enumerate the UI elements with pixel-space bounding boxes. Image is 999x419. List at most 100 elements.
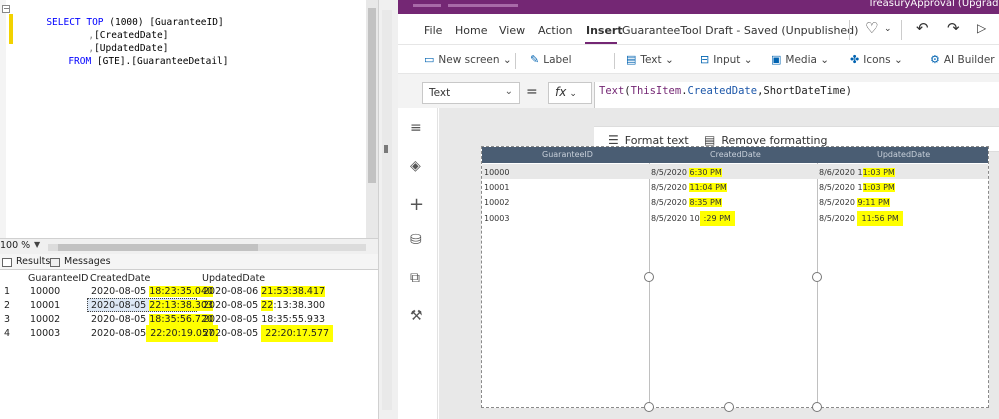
cell-updated-date[interactable]: 2020-08-05 22:20:17.577 [203,325,334,342]
cell-guarantee-id[interactable]: 10003 [30,327,60,340]
tab-results[interactable]: Results [2,256,50,269]
cell-guarantee-id[interactable]: 10002 [30,313,60,326]
column-header[interactable]: CreatedDate [90,272,150,285]
remove-formatting-button[interactable]: ▤ Remove formatting [704,133,828,147]
vertical-scrollbar[interactable] [382,10,392,410]
formula-function: Text [599,85,625,97]
format-text-button[interactable]: ☰ Format text [608,133,689,147]
input-icon: ⊟ [700,53,710,66]
text-button[interactable]: ▤ Text ⌄ [626,53,674,66]
cell-updated-date[interactable]: 2020-08-05 22:13:38.300 [203,299,325,312]
date-part: 2020-08-05 [203,314,259,325]
menu-view[interactable]: View [499,24,525,37]
scroll-thumb[interactable] [368,8,376,183]
menu-action[interactable]: Action [538,24,572,37]
time-part-highlighted: 6:30 PM [689,168,722,177]
time-part-highlighted: 8:35 PM [689,198,722,207]
cell-guarantee-id[interactable]: 10001 [484,182,509,193]
label-button[interactable]: ✎ Label [530,53,572,66]
cell-created-date[interactable]: 8/5/2020 6:30 PM [651,167,722,178]
date-part: 2020-08-05 [91,300,147,311]
play-icon[interactable]: ▷ [977,21,986,35]
date-part: 8/5/2020 10 [651,214,700,223]
scroll-thumb[interactable] [58,244,258,251]
query-editor[interactable]: − SELECT TOP (1000) [GuaranteeID] ,[Crea… [0,0,378,238]
cell-created-date[interactable]: 8/5/2020 10:29 PM [651,211,735,226]
chevron-down-icon[interactable]: ⌄ [884,24,892,34]
fx-button[interactable]: fx ⌄ [548,82,592,104]
redo-icon[interactable]: ↷ [947,19,960,37]
cell-updated-date[interactable]: 8/5/2020 11:56 PM [819,211,903,226]
zoom-dropdown-icon[interactable]: ▼ [34,240,40,249]
input-button[interactable]: ⊟ Input ⌄ [700,53,753,66]
date-part: 8/5/2020 [651,183,690,192]
date-part: 8/5/2020 [651,168,690,177]
cell-updated-date[interactable]: 8/6/2020 11:03 PM [819,167,895,178]
column-divider [649,163,650,407]
row-number: 4 [4,328,11,339]
column-header[interactable]: UpdatedDate [202,272,265,285]
media-button[interactable]: ▣ Media ⌄ [771,53,829,66]
new-screen-button[interactable]: ▭ New screen ⌄ [424,53,512,66]
resize-handle[interactable] [724,402,734,412]
ai-builder-button[interactable]: ⚙ AI Builder [930,53,995,66]
menu-home[interactable]: Home [455,24,487,37]
app-checker-icon[interactable]: ♡ [865,19,878,37]
editor-gutter [0,0,6,238]
menu-file[interactable]: File [424,24,442,37]
collapse-icon[interactable]: − [2,5,10,13]
resize-handle[interactable] [644,402,654,412]
menu-insert[interactable]: Insert [586,24,623,37]
column-header[interactable]: GuaranteeID [542,150,593,159]
editor-scrollbar[interactable] [366,0,378,238]
sql-keyword: FROM [68,56,92,67]
time-part-highlighted: 1:03 PM [862,183,895,192]
plus-icon[interactable]: + [409,194,424,215]
cell-created-date[interactable]: 8/5/2020 11:04 PM [651,182,727,193]
button-label: Label [543,54,572,66]
cell-guarantee-id[interactable]: 10000 [484,167,509,178]
cell-updated-date[interactable]: 8/5/2020 9:11 PM [819,197,890,208]
media-icon[interactable]: ⧉ [410,270,420,286]
data-table-gallery[interactable]: GuaranteeID CreatedDate UpdatedDate 1000… [481,146,989,412]
layers-icon[interactable]: ◈ [410,158,421,174]
tools-icon[interactable]: ⚒ [410,308,423,324]
ssms-pane: − SELECT TOP (1000) [GuaranteeID] ,[Crea… [0,0,378,419]
cell-created-date[interactable]: 2020-08-05 18:23:35.040 [91,285,214,298]
remove-format-icon: ▤ [704,133,716,147]
date-part: 2020-08-06 [203,286,259,297]
cell-guarantee-id[interactable]: 10001 [30,299,60,312]
resize-handle[interactable] [644,272,654,282]
resize-handle[interactable] [812,272,822,282]
cell-created-date[interactable]: 2020-08-05 22:20:19.057 [91,325,219,342]
zoom-level[interactable]: 100 % [0,240,30,251]
fx-icon: fx [555,85,567,99]
column-header[interactable]: GuaranteeID [28,272,88,285]
hamburger-icon[interactable]: ≡ [410,120,422,136]
horizontal-scrollbar[interactable] [48,244,366,251]
property-dropdown[interactable]: Text ⌄ [422,82,520,104]
waffle-icon[interactable] [413,4,441,7]
cell-guarantee-id[interactable]: 10003 [484,213,509,224]
database-icon[interactable]: ⛁ [410,232,422,248]
cell-guarantee-id[interactable]: 10002 [484,197,509,208]
cell-guarantee-id[interactable]: 10000 [30,285,60,298]
new-screen-icon: ▭ [424,53,435,66]
tab-messages[interactable]: Messages [50,256,111,269]
undo-icon[interactable]: ↶ [916,19,929,37]
splitter-handle[interactable] [384,145,388,153]
button-label: AI Builder [943,54,995,66]
results-grid[interactable]: GuaranteeID CreatedDate UpdatedDate 1 10… [0,271,378,419]
label-icon: ✎ [530,53,540,66]
resize-handle[interactable] [812,402,822,412]
column-header[interactable]: CreatedDate [710,150,761,159]
date-part: 2020-08-05 [91,286,147,297]
button-label: Icons [863,54,891,66]
cell-updated-date[interactable]: 8/5/2020 11:03 PM [819,182,895,193]
cell-created-date[interactable]: 2020-08-05 22:13:38.303 [91,299,214,312]
cell-updated-date[interactable]: 2020-08-06 21:53:38.417 [203,285,326,298]
icons-button[interactable]: ✤ Icons ⌄ [850,53,903,66]
cell-created-date[interactable]: 8/5/2020 8:35 PM [651,197,722,208]
column-header[interactable]: UpdatedDate [877,150,930,159]
selected-row [482,164,988,179]
